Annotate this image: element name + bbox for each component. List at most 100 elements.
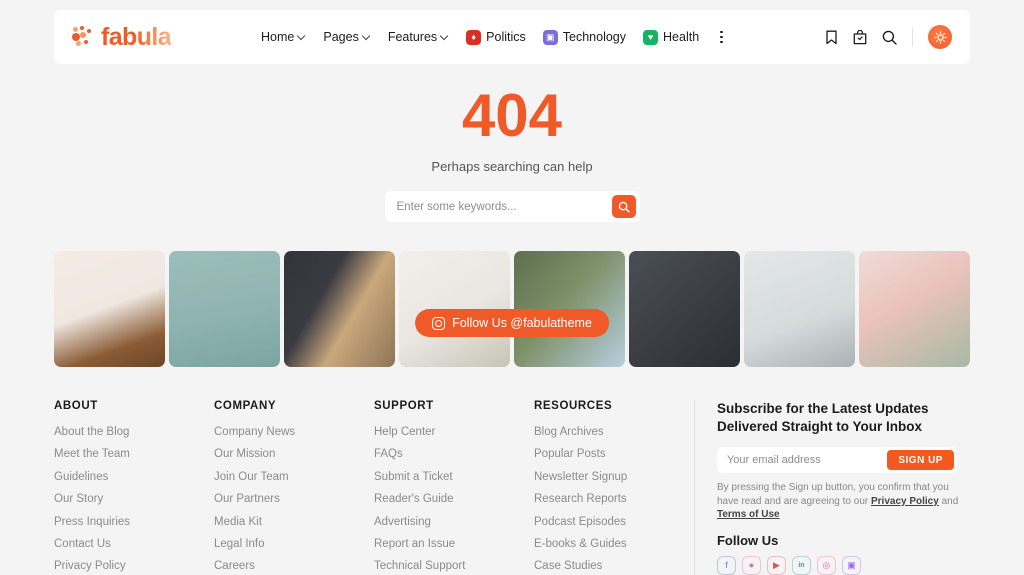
linkedin-icon[interactable]: in	[791, 555, 811, 575]
gallery-image[interactable]	[859, 251, 970, 367]
footer-link[interactable]: Newsletter Signup	[534, 471, 694, 483]
error-subtitle: Perhaps searching can help	[431, 159, 593, 174]
search-input[interactable]	[396, 200, 612, 213]
footer-link[interactable]: Popular Posts	[534, 448, 694, 460]
nav-label: Pages	[323, 30, 359, 44]
footer-column-resources: RESOURCES Blog Archives Popular Posts Ne…	[534, 400, 694, 575]
page-root: fabula Home Pages Features ♦ Politics ▣ …	[0, 0, 1024, 575]
gallery-image[interactable]	[744, 251, 855, 367]
footer-link[interactable]: Advertising	[374, 516, 534, 528]
footer-link[interactable]: About the Blog	[54, 426, 214, 438]
footer-link[interactable]: Research Reports	[534, 493, 694, 505]
main-navigation: Home Pages Features ♦ Politics ▣ Technol…	[261, 29, 723, 45]
footer-link[interactable]: Meet the Team	[54, 448, 214, 460]
nav-category-health[interactable]: ♥ Health	[643, 29, 700, 45]
footer-link[interactable]: Case Studies	[534, 560, 694, 572]
chip-icon: ▣	[542, 29, 558, 45]
follow-us-button[interactable]: Follow Us @fabulatheme	[415, 309, 609, 337]
footer-link[interactable]: Press Inquiries	[54, 516, 214, 528]
footer-divider	[694, 400, 695, 575]
footer-link[interactable]: Our Partners	[214, 493, 374, 505]
search-submit-button[interactable]	[611, 195, 636, 218]
footer-column-support: SUPPORT Help Center FAQs Submit a Ticket…	[374, 400, 534, 575]
twitch-icon[interactable]: ▣	[841, 555, 861, 575]
site-logo[interactable]: fabula	[72, 22, 172, 52]
footer-link[interactable]: Our Mission	[214, 448, 374, 460]
footer-link[interactable]: Report an Issue	[374, 538, 534, 550]
footer-link[interactable]: Technical Support	[374, 560, 534, 572]
search-icon[interactable]	[882, 30, 897, 45]
email-field[interactable]	[726, 454, 888, 467]
footer-link[interactable]: Legal Info	[214, 538, 374, 550]
footer-column-title: COMPANY	[214, 400, 277, 412]
gallery-image[interactable]	[284, 251, 395, 367]
footer-link[interactable]: Our Story	[54, 493, 214, 505]
footer-link[interactable]: Join Our Team	[214, 471, 374, 483]
header-actions	[825, 25, 952, 49]
follow-us-title: Follow Us	[716, 532, 779, 548]
footer-link[interactable]: Media Kit	[214, 516, 374, 528]
footer-column-about: ABOUT About the Blog Meet the Team Guide…	[54, 400, 214, 575]
dot-cluster-icon	[72, 26, 94, 48]
youtube-icon[interactable]: ▶	[766, 555, 786, 575]
footer-link-columns: ABOUT About the Blog Meet the Team Guide…	[54, 400, 694, 575]
footer-column-title: SUPPORT	[374, 400, 434, 412]
footer-link[interactable]: FAQs	[374, 448, 534, 460]
footer-link[interactable]: Guidelines	[54, 471, 214, 483]
footer-link[interactable]: Help Center	[374, 426, 534, 438]
error-hero: 404 Perhaps searching can help	[0, 84, 1024, 222]
gallery-image[interactable]	[54, 251, 165, 367]
chevron-down-icon	[363, 32, 371, 40]
footer-link[interactable]: Careers	[214, 560, 374, 572]
footer-column-title: RESOURCES	[534, 400, 613, 412]
footer-link[interactable]: Blog Archives	[534, 426, 694, 438]
footer-column-company: COMPANY Company News Our Mission Join Ou…	[214, 400, 374, 575]
theme-toggle-button[interactable]	[928, 25, 952, 49]
chevron-down-icon	[298, 32, 306, 40]
nav-item-features[interactable]: Features	[388, 30, 449, 44]
footer-link[interactable]: Submit a Ticket	[374, 471, 534, 483]
consent-text-middle: and	[938, 495, 959, 507]
newsletter-title: Subscribe for the Latest Updates Deliver…	[716, 401, 929, 435]
nav-label: Features	[387, 30, 438, 44]
nav-label: Home	[261, 30, 295, 44]
bookmark-icon[interactable]	[825, 30, 838, 45]
signup-button[interactable]: SIGN UP	[887, 450, 954, 471]
flame-icon: ♦	[466, 29, 482, 45]
facebook-icon[interactable]: f	[716, 555, 736, 575]
footer-link[interactable]: Reader's Guide	[374, 493, 534, 505]
nav-label: Health	[663, 30, 700, 44]
nav-category-politics[interactable]: ♦ Politics	[466, 29, 526, 45]
newsletter-section: Subscribe for the Latest Updates Deliver…	[716, 400, 970, 575]
heart-pulse-icon: ♥	[643, 29, 659, 45]
footer-link[interactable]: E-books & Guides	[534, 538, 694, 550]
chevron-down-icon	[441, 32, 449, 40]
site-header: fabula Home Pages Features ♦ Politics ▣ …	[54, 10, 970, 64]
nav-label: Technology	[562, 30, 627, 44]
shopping-bag-icon[interactable]	[853, 29, 867, 45]
kebab-menu-icon[interactable]	[720, 30, 723, 44]
newsletter-consent-note: By pressing the Sign up button, you conf…	[717, 481, 965, 522]
footer-link[interactable]: Privacy Policy	[54, 560, 214, 572]
follow-label: Follow Us @fabulatheme	[452, 316, 592, 330]
footer-column-title: ABOUT	[54, 400, 98, 412]
nav-category-technology[interactable]: ▣ Technology	[542, 29, 627, 45]
header-divider	[912, 27, 913, 47]
nav-item-pages[interactable]: Pages	[323, 30, 370, 44]
footer-link[interactable]: Podcast Episodes	[534, 516, 694, 528]
site-footer: ABOUT About the Blog Meet the Team Guide…	[54, 400, 970, 575]
logo-text: fabula	[101, 22, 172, 51]
nav-item-home[interactable]: Home	[261, 30, 306, 44]
privacy-policy-link[interactable]: Privacy Policy	[871, 496, 939, 507]
footer-link[interactable]: Company News	[214, 426, 374, 438]
instagram-icon	[432, 316, 446, 330]
newsletter-form: SIGN UP	[716, 447, 957, 474]
hero-search-box	[384, 191, 640, 222]
error-code: 404	[461, 82, 563, 149]
instagram-icon[interactable]: ◎	[816, 555, 836, 575]
gallery-image[interactable]	[629, 251, 740, 367]
gallery-image[interactable]	[169, 251, 280, 367]
terms-of-use-link[interactable]: Terms of Use	[717, 509, 780, 520]
footer-link[interactable]: Contact Us	[54, 538, 214, 550]
dribbble-icon[interactable]: ●	[741, 555, 761, 575]
